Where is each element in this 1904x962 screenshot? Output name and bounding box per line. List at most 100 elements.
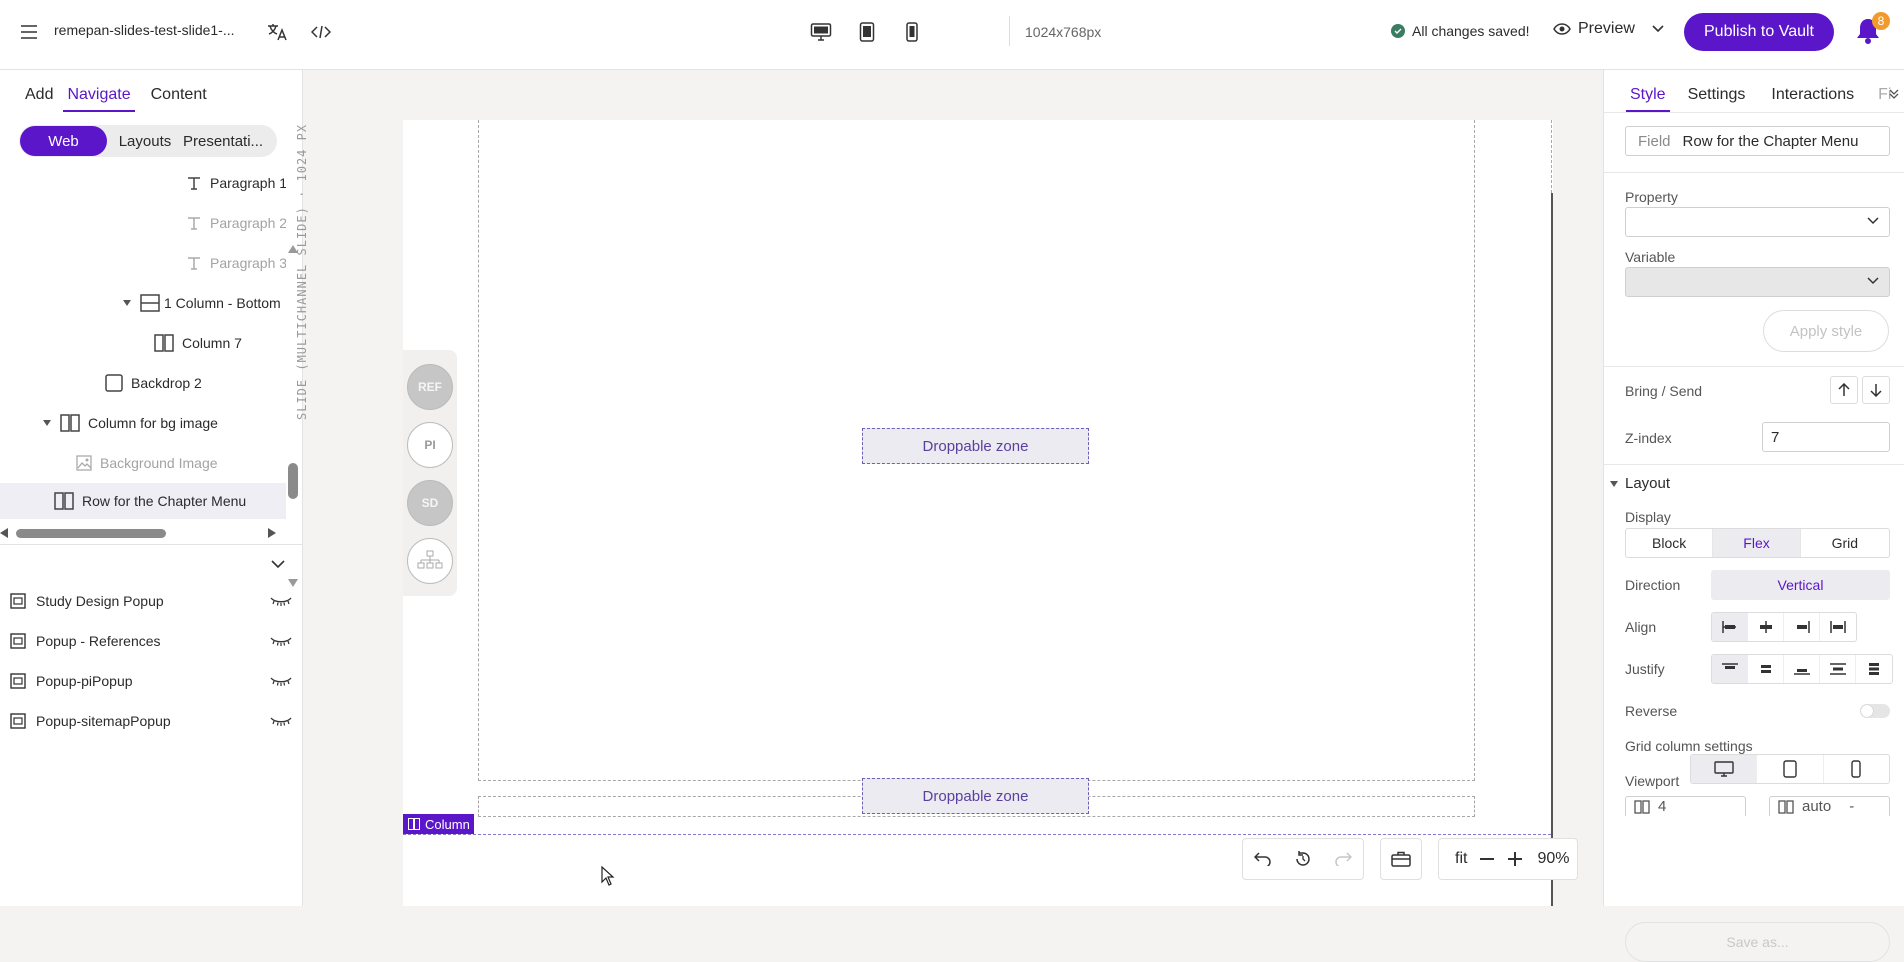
- field-value: Row for the Chapter Menu: [1682, 132, 1859, 150]
- justify-between-icon[interactable]: [1820, 655, 1856, 683]
- tablet-view-icon[interactable]: [1757, 755, 1824, 783]
- variable-label: Variable: [1625, 249, 1676, 265]
- scroll-right-icon[interactable]: [268, 528, 276, 538]
- grid-auto-input[interactable]: auto -: [1769, 796, 1890, 816]
- eye-closed-icon[interactable]: [270, 636, 292, 646]
- property-select[interactable]: [1625, 207, 1890, 237]
- tree-item[interactable]: Column 7: [154, 325, 242, 361]
- scroll-thumb[interactable]: [288, 463, 298, 499]
- check-circle-icon: [1391, 24, 1405, 38]
- sd-button[interactable]: SD: [407, 480, 453, 526]
- publish-button[interactable]: Publish to Vault: [1684, 13, 1834, 51]
- tree-item[interactable]: Column for bg image: [42, 405, 218, 441]
- popup-item[interactable]: Popup-sitemapPopup: [10, 706, 292, 736]
- display-flex[interactable]: Flex: [1713, 529, 1801, 557]
- resolution-label: 1024x768px: [1025, 24, 1102, 40]
- pi-button[interactable]: PI: [407, 422, 453, 468]
- notifications-button[interactable]: 8: [1852, 12, 1890, 50]
- tree-horizontal-scrollbar[interactable]: [0, 526, 286, 540]
- direction-vertical[interactable]: Vertical: [1711, 570, 1890, 600]
- viewport-toggle: [1690, 754, 1890, 784]
- undo-icon[interactable]: [1243, 839, 1283, 879]
- top-bar: remepan-slides-test-slide1-... 1024x768p…: [0, 0, 1904, 906]
- popup-label: Popup - References: [36, 633, 161, 649]
- reverse-toggle[interactable]: [1860, 704, 1890, 718]
- align-center-icon[interactable]: [1748, 613, 1784, 641]
- align-end-icon[interactable]: [1784, 613, 1820, 641]
- popup-item[interactable]: Study Design Popup: [10, 586, 292, 616]
- apply-style-button[interactable]: Apply style: [1763, 310, 1889, 352]
- tablet-view-icon[interactable]: [851, 18, 883, 46]
- desktop-view-icon[interactable]: [1691, 755, 1758, 783]
- segment-presentation[interactable]: Presentati...: [183, 126, 273, 156]
- align-start-icon[interactable]: [1712, 613, 1748, 641]
- chevrons-icon[interactable]: [1888, 88, 1902, 102]
- scroll-thumb[interactable]: [16, 529, 166, 538]
- eye-closed-icon[interactable]: [270, 596, 292, 606]
- chevron-down-icon: [1867, 217, 1879, 225]
- send-backward-button[interactable]: [1862, 376, 1890, 404]
- tab-content[interactable]: Content: [135, 84, 219, 112]
- tab-navigate[interactable]: Navigate: [63, 84, 135, 112]
- variable-select[interactable]: [1625, 267, 1890, 297]
- preview-dropdown[interactable]: Preview: [1553, 20, 1664, 38]
- chevron-down-icon[interactable]: [266, 552, 290, 576]
- ref-button[interactable]: REF: [407, 364, 453, 410]
- code-icon[interactable]: [306, 18, 336, 46]
- zoom-fit-button[interactable]: fit: [1439, 850, 1473, 868]
- scroll-left-icon[interactable]: [0, 528, 8, 538]
- menu-icon[interactable]: [14, 18, 44, 46]
- justify-center-icon[interactable]: [1748, 655, 1784, 683]
- segment-web[interactable]: Web: [20, 126, 107, 156]
- tab-settings[interactable]: Settings: [1670, 84, 1758, 112]
- tree-item[interactable]: Paragraph 2: [186, 205, 286, 241]
- droppable-zone[interactable]: Droppable zone: [862, 428, 1089, 464]
- column-selection-tag[interactable]: Column: [403, 814, 474, 834]
- popup-item[interactable]: Popup - References: [10, 626, 292, 656]
- zindex-label: Z-index: [1625, 430, 1672, 446]
- tree-item[interactable]: Paragraph 1: [186, 165, 286, 201]
- tree-item[interactable]: 1 Column - Bottom: [122, 285, 281, 321]
- tree-item[interactable]: Paragraph 3: [186, 245, 286, 281]
- zoom-out-icon[interactable]: [1473, 839, 1501, 879]
- eye-closed-icon[interactable]: [270, 716, 292, 726]
- eye-closed-icon[interactable]: [270, 676, 292, 686]
- grid-columns-input[interactable]: 4: [1625, 796, 1746, 816]
- popup-item[interactable]: Popup-piPopup: [10, 666, 292, 696]
- tree-item-label: Column for bg image: [88, 415, 218, 431]
- zoom-in-icon[interactable]: [1501, 839, 1529, 879]
- display-block[interactable]: Block: [1626, 529, 1714, 557]
- justify-around-icon[interactable]: [1856, 655, 1892, 683]
- translate-icon[interactable]: [262, 18, 292, 46]
- caret-down-icon[interactable]: [42, 420, 52, 426]
- briefcase-icon[interactable]: [1381, 839, 1421, 879]
- tab-style[interactable]: Style: [1626, 84, 1670, 112]
- mobile-view-icon[interactable]: [896, 18, 928, 46]
- tree-item[interactable]: Background Image: [76, 445, 218, 481]
- redo-icon[interactable]: [1323, 839, 1363, 879]
- document-title[interactable]: remepan-slides-test-slide1-...: [54, 22, 235, 38]
- bring-forward-button[interactable]: [1830, 376, 1858, 404]
- tree-item-selected[interactable]: Row for the Chapter Menu: [0, 483, 286, 519]
- align-stretch-icon[interactable]: [1820, 613, 1856, 641]
- column-tag-label: Column: [425, 816, 470, 832]
- desktop-view-icon[interactable]: [805, 18, 837, 46]
- save-as-button[interactable]: Save as...: [1625, 922, 1890, 962]
- display-grid[interactable]: Grid: [1801, 529, 1889, 557]
- caret-down-icon[interactable]: [122, 300, 132, 306]
- layout-section-header[interactable]: Layout: [1610, 475, 1670, 492]
- segment-layouts[interactable]: Layouts: [107, 126, 183, 156]
- caret-down-icon: [1610, 480, 1618, 487]
- droppable-zone[interactable]: Droppable zone: [862, 778, 1089, 814]
- history-icon[interactable]: [1283, 839, 1323, 879]
- tree-item[interactable]: Backdrop 2: [105, 365, 202, 401]
- zindex-input[interactable]: 7: [1762, 422, 1890, 452]
- tab-interactions[interactable]: Interactions: [1757, 84, 1866, 112]
- tab-add[interactable]: Add: [13, 84, 63, 112]
- right-panel: Style Settings Interactions Fi Field Row…: [1603, 70, 1904, 962]
- justify-end-icon[interactable]: [1784, 655, 1820, 683]
- sitemap-button[interactable]: [407, 538, 453, 584]
- field-selector[interactable]: Field Row for the Chapter Menu: [1625, 126, 1890, 156]
- mobile-view-icon[interactable]: [1824, 755, 1889, 783]
- justify-start-icon[interactable]: [1712, 655, 1748, 683]
